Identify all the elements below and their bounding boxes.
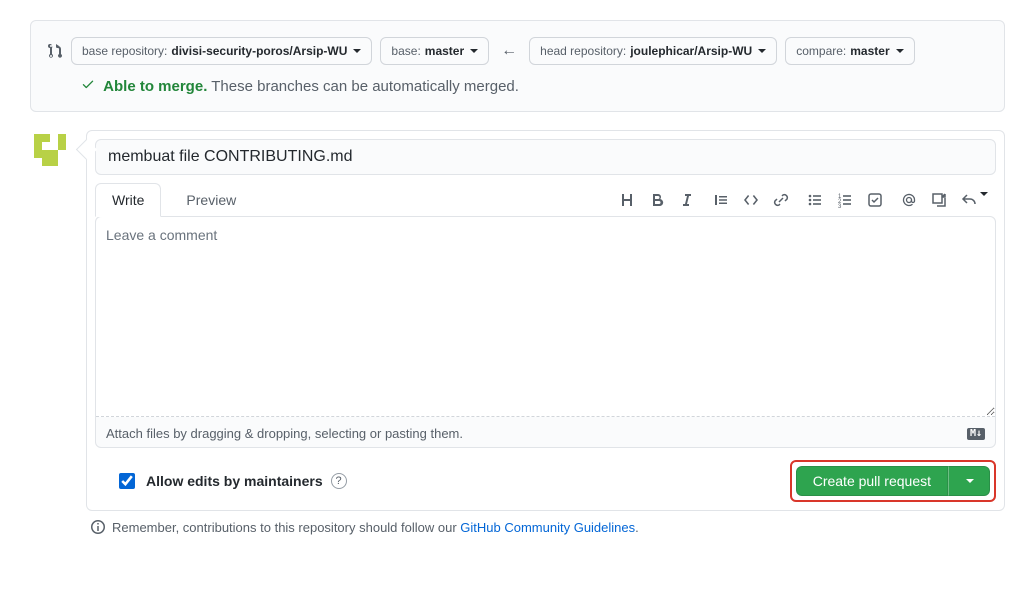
- merge-status: Able to merge. These branches can be aut…: [47, 77, 988, 95]
- chevron-down-icon: [353, 49, 361, 53]
- chevron-down-icon: [470, 49, 478, 53]
- tab-write[interactable]: Write: [95, 183, 161, 217]
- avatar: [30, 130, 70, 170]
- allow-edits-label: Allow edits by maintainers: [146, 473, 323, 489]
- compare-box: base repository: divisi-security-poros/A…: [30, 20, 1005, 112]
- value: master: [850, 41, 889, 61]
- guidelines-link[interactable]: GitHub Community Guidelines: [460, 520, 635, 535]
- check-icon: [81, 78, 99, 95]
- link-icon[interactable]: [773, 192, 789, 208]
- tab-preview[interactable]: Preview: [169, 183, 253, 217]
- comment-textarea[interactable]: [96, 217, 995, 417]
- guidelines-note: Remember, contributions to this reposito…: [86, 519, 1005, 535]
- ul-icon[interactable]: [807, 192, 823, 208]
- value: divisi-security-poros/Arsip-WU: [171, 41, 347, 61]
- chevron-down-icon: [966, 479, 974, 483]
- create-pr-dropdown[interactable]: [948, 466, 990, 496]
- info-icon: [90, 519, 106, 535]
- quote-icon[interactable]: [713, 192, 729, 208]
- label: base:: [391, 41, 420, 61]
- svg-text:3: 3: [838, 204, 842, 208]
- merge-detail: These branches can be automatically merg…: [211, 78, 519, 95]
- bold-icon[interactable]: [649, 192, 665, 208]
- merge-status-text: Able to merge.: [103, 78, 207, 95]
- base-branch-selector[interactable]: base: master: [380, 37, 489, 65]
- head-repo-selector[interactable]: head repository: joulephicar/Arsip-WU: [529, 37, 777, 65]
- attach-hint[interactable]: Attach files by dragging & dropping, sel…: [106, 426, 463, 441]
- create-pr-button[interactable]: Create pull request: [796, 466, 948, 496]
- label: base repository:: [82, 41, 167, 61]
- chevron-down-icon: [896, 49, 904, 53]
- italic-icon[interactable]: [679, 192, 695, 208]
- create-pr-highlight: Create pull request: [790, 460, 996, 502]
- heading-icon[interactable]: [619, 192, 635, 208]
- mention-icon[interactable]: [901, 192, 917, 208]
- markdown-icon[interactable]: M↓: [967, 428, 985, 440]
- code-icon[interactable]: [743, 192, 759, 208]
- tasklist-icon[interactable]: [867, 192, 883, 208]
- git-compare-icon: [47, 43, 63, 59]
- arrow-left-icon: ←: [497, 42, 521, 60]
- ol-icon[interactable]: 123: [837, 192, 853, 208]
- label: compare:: [796, 41, 846, 61]
- allow-edits-row[interactable]: Allow edits by maintainers ?: [115, 470, 347, 492]
- help-icon[interactable]: ?: [331, 473, 347, 489]
- allow-edits-checkbox[interactable]: [119, 473, 135, 489]
- pr-title-input[interactable]: [95, 139, 996, 175]
- chevron-down-icon: [758, 49, 766, 53]
- value: joulephicar/Arsip-WU: [630, 41, 752, 61]
- crossref-icon[interactable]: [931, 192, 947, 208]
- pr-editor: Write Preview: [86, 130, 1005, 511]
- md-toolbar: 123: [619, 192, 996, 208]
- value: master: [425, 41, 464, 61]
- compare-branch-selector[interactable]: compare: master: [785, 37, 914, 65]
- base-repo-selector[interactable]: base repository: divisi-security-poros/A…: [71, 37, 372, 65]
- reply-icon[interactable]: [961, 192, 988, 208]
- label: head repository:: [540, 41, 626, 61]
